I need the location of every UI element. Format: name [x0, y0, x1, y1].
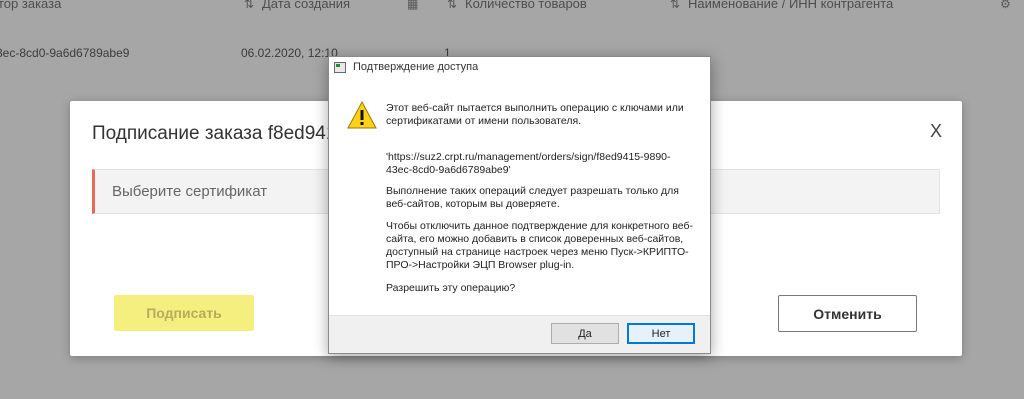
- dialog-message-3: Чтобы отключить данное подтверждение для…: [386, 220, 694, 271]
- dialog-url: 'https://suz2.crpt.ru/management/orders/…: [386, 151, 671, 176]
- modal-title: Подписание заказа f8ed9415: [92, 123, 347, 144]
- dialog-message-1: Этот веб-сайт пытается выполнить операци…: [386, 102, 684, 127]
- cancel-button[interactable]: Отменить: [778, 295, 917, 332]
- yes-button[interactable]: Да: [551, 323, 619, 344]
- close-icon[interactable]: X: [930, 121, 942, 142]
- no-button[interactable]: Нет: [627, 323, 695, 344]
- certificate-select-placeholder: Выберите сертификат: [112, 183, 268, 200]
- access-confirmation-dialog: Подтверждение доступа Этот веб-сайт пыта…: [328, 56, 711, 354]
- window-icon: [334, 62, 346, 73]
- warning-triangle-icon: [347, 101, 377, 129]
- dialog-message-2: Выполнение таких операций следует разреш…: [386, 185, 679, 210]
- dialog-question: Разрешить эту операцию?: [386, 282, 516, 294]
- sign-button[interactable]: Подписать: [114, 295, 254, 331]
- dialog-footer: Да Нет: [329, 315, 710, 353]
- dialog-title: Подтверждение доступа: [353, 61, 479, 73]
- dialog-titlebar[interactable]: Подтверждение доступа: [329, 57, 710, 79]
